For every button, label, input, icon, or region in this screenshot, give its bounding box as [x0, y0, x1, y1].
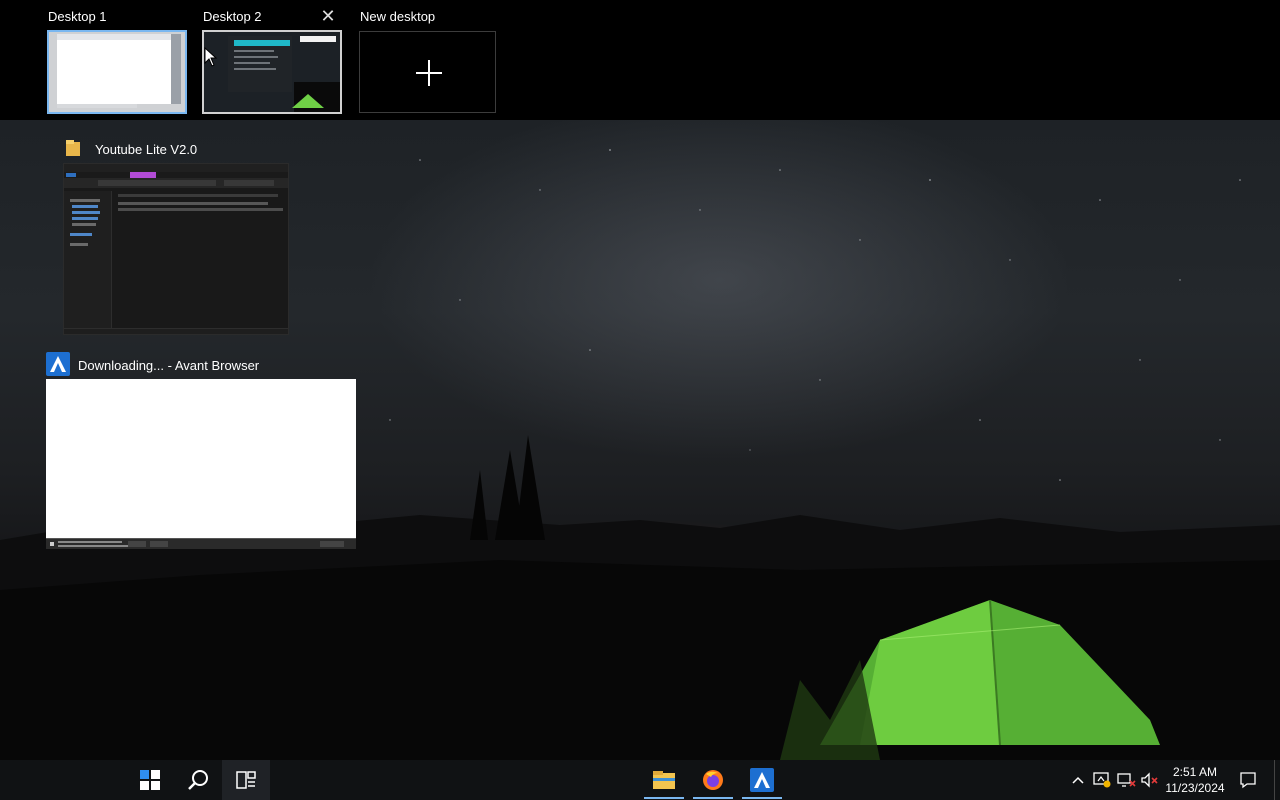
explorer-window-thumbnail[interactable]: [63, 163, 289, 335]
mouse-cursor-icon: [204, 47, 218, 67]
start-button[interactable]: [126, 760, 174, 800]
firefox-icon: [703, 770, 723, 790]
chevron-up-icon[interactable]: [1068, 770, 1088, 790]
explorer-sidebar: [64, 191, 112, 329]
desktop-2-thumbnail[interactable]: [202, 30, 342, 114]
file-explorer-icon: [653, 771, 675, 789]
desktop-1-preview: [49, 32, 185, 112]
taskbar: 2:51 AM 11/23/2024: [0, 760, 1280, 800]
desktop-1-label: Desktop 1: [48, 9, 107, 24]
download-bar: [46, 538, 356, 549]
task-view-icon: [236, 771, 256, 789]
new-desktop-button[interactable]: [359, 31, 496, 113]
search-button[interactable]: [174, 760, 222, 800]
system-clock[interactable]: 2:51 AM 11/23/2024: [1160, 764, 1230, 796]
volume-muted-icon[interactable]: [1140, 770, 1160, 790]
show-desktop-button[interactable]: [1274, 760, 1280, 800]
close-desktop-2-icon[interactable]: ✕: [320, 7, 336, 25]
virtual-desktops-bar: Desktop 1 Desktop 2 ✕ New desktop: [0, 0, 1280, 120]
browser-window-title[interactable]: Downloading... - Avant Browser: [78, 358, 259, 373]
notification-icon[interactable]: [1238, 770, 1258, 790]
avant-browser-icon: [46, 352, 70, 381]
plus-icon: [416, 60, 442, 86]
desktop-2-preview: [204, 32, 340, 112]
explorer-window-title[interactable]: Youtube Lite V2.0: [95, 142, 197, 157]
desktop-1-thumbnail[interactable]: [47, 30, 187, 114]
task-view-button[interactable]: [222, 760, 270, 800]
network-disconnected-icon[interactable]: [1116, 770, 1136, 790]
clock-time: 2:51 AM: [1172, 765, 1218, 779]
update-warning-icon[interactable]: [1092, 770, 1112, 790]
desktop-2-label: Desktop 2: [203, 9, 262, 24]
avant-browser-taskbar-icon: [750, 768, 774, 792]
clock-date: 11/23/2024: [1165, 781, 1225, 795]
taskbar-file-explorer[interactable]: [640, 760, 688, 800]
taskbar-firefox[interactable]: [689, 760, 737, 800]
search-icon: [188, 770, 208, 790]
taskbar-avant-browser[interactable]: [738, 760, 786, 800]
new-desktop-label: New desktop: [360, 9, 436, 24]
start-icon: [140, 770, 160, 790]
folder-icon: [65, 138, 81, 163]
browser-window-thumbnail[interactable]: [46, 379, 356, 549]
